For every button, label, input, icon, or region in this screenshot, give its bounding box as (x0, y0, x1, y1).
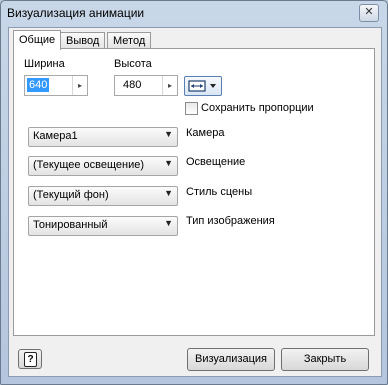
tab-general[interactable]: Общие (13, 30, 62, 50)
scene-style-value: (Текущий фон) (33, 189, 109, 201)
keep-proportions-checkbox[interactable] (185, 102, 198, 115)
help-icon: ? (24, 352, 37, 367)
close-button[interactable]: Закрыть (281, 348, 369, 371)
lighting-dropdown[interactable]: (Текущее освещение) ▼ (28, 156, 178, 176)
dialog-body: Общие Вывод Метод Ширина 640 ▸ Высота 48… (8, 27, 382, 377)
title-bar[interactable]: Визуализация анимации ✕ (1, 1, 387, 27)
camera-label: Камера (186, 127, 225, 139)
image-type-dropdown[interactable]: Тонированный ▼ (28, 216, 178, 236)
image-type-value: Тонированный (33, 219, 108, 231)
tab-output[interactable]: Вывод (60, 32, 106, 49)
lighting-value: (Текущее освещение) (33, 159, 145, 171)
scene-style-label: Стиль сцены (186, 186, 253, 198)
tab-method[interactable]: Метод (107, 32, 152, 49)
chevron-down-icon: ▼ (164, 129, 173, 139)
chevron-down-icon: ▼ (164, 218, 173, 228)
keep-proportions-label[interactable]: Сохранить пропорции (201, 102, 314, 114)
width-value[interactable]: 640 (27, 78, 50, 92)
height-label: Высота (114, 58, 152, 70)
height-spin-arrow-icon[interactable]: ▸ (162, 76, 177, 95)
lighting-label: Освещение (186, 156, 246, 168)
height-spinner[interactable]: 480 ▸ (114, 75, 178, 96)
render-button[interactable]: Визуализация (187, 348, 275, 371)
chevron-down-icon: ▼ (164, 188, 173, 198)
help-button[interactable]: ? (18, 349, 42, 369)
width-label: Ширина (24, 58, 65, 70)
close-window-button[interactable]: ✕ (359, 4, 379, 22)
chevron-down-icon: ▼ (164, 158, 173, 168)
width-spin-arrow-icon[interactable]: ▸ (72, 76, 87, 95)
camera-value: Камера1 (33, 130, 78, 142)
window-title: Визуализация анимации (7, 6, 145, 20)
camera-dropdown[interactable]: Камера1 ▼ (28, 127, 178, 147)
fit-width-icon (188, 80, 216, 92)
tab-panel-general: Ширина 640 ▸ Высота 480 ▸ Сохранить проп… (13, 48, 375, 336)
fit-to-window-button[interactable] (184, 76, 222, 96)
height-value[interactable]: 480 (121, 78, 143, 92)
image-type-label: Тип изображения (186, 215, 275, 227)
dialog-window: Визуализация анимации ✕ Общие Вывод Мето… (0, 0, 388, 385)
scene-style-dropdown[interactable]: (Текущий фон) ▼ (28, 186, 178, 206)
width-spinner[interactable]: 640 ▸ (24, 75, 88, 96)
